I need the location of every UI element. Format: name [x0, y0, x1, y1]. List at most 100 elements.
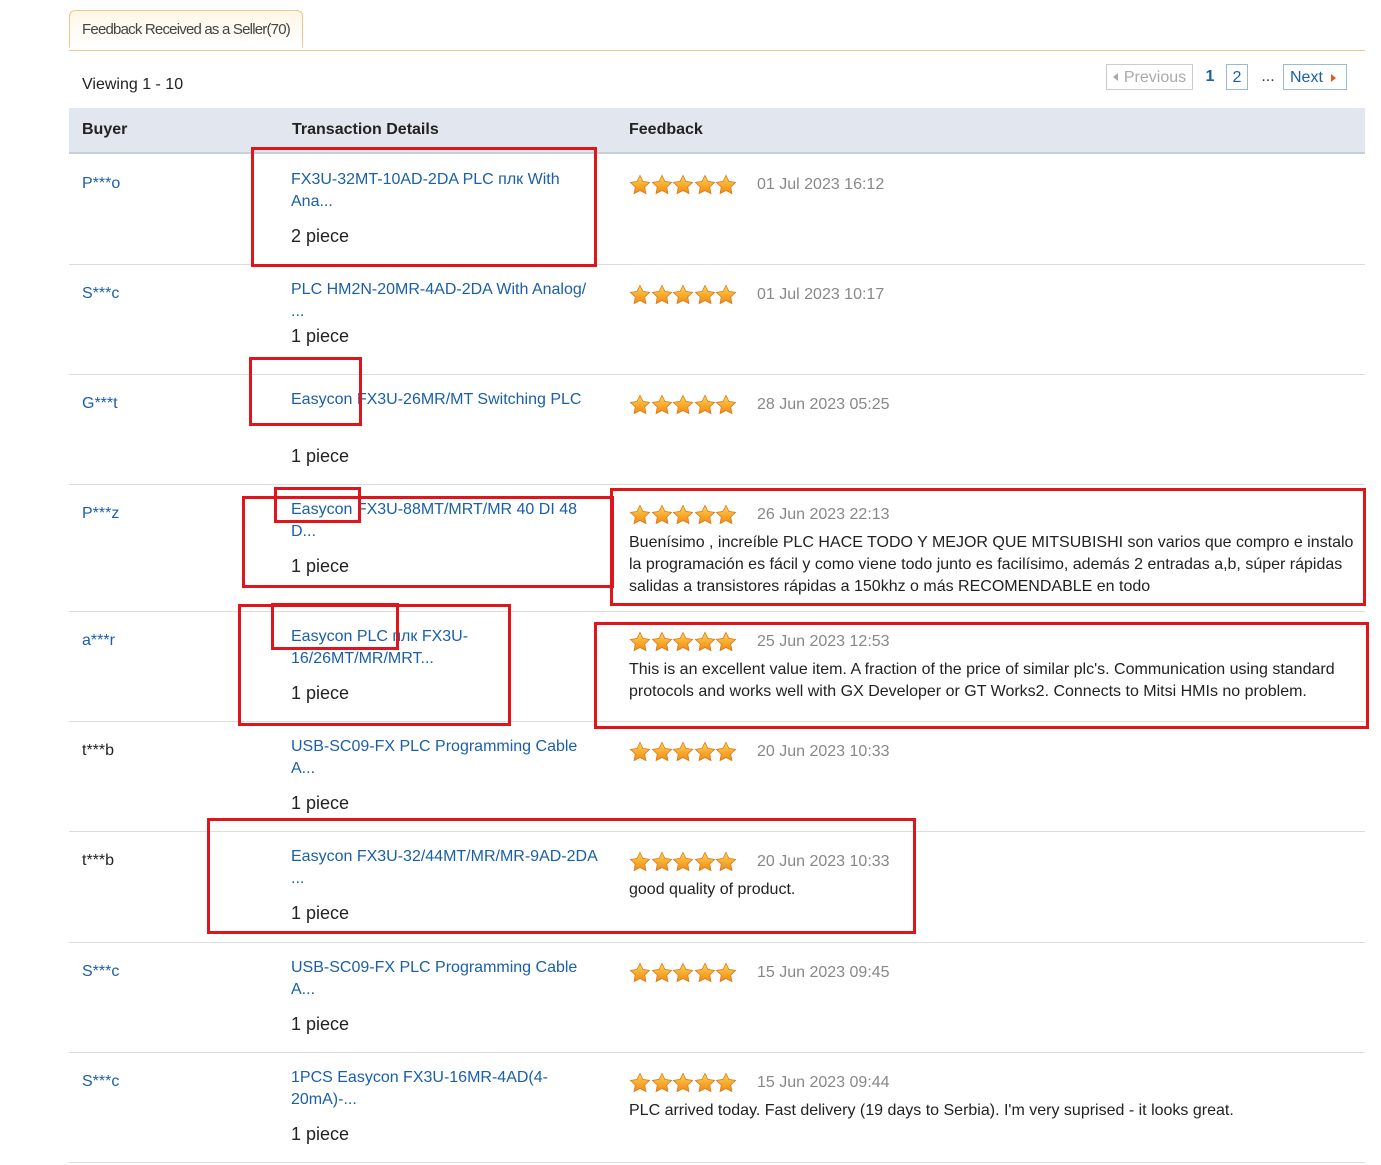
- feedback-comment: good quality of product.: [629, 881, 796, 898]
- star-icon: [715, 1072, 737, 1094]
- feedback-date: 01 Jul 2023 10:17: [757, 286, 885, 303]
- previous-label: Previous: [1123, 69, 1187, 86]
- feedback-date: 15 Jun 2023 09:45: [757, 964, 890, 981]
- star-icon: [694, 631, 716, 653]
- star-icon: [715, 284, 737, 306]
- product-link[interactable]: USB-SC09-FX PLC Programming Cable A...: [291, 736, 603, 780]
- feedback-date: 25 Jun 2023 12:53: [757, 633, 890, 650]
- star-icon: [694, 1072, 716, 1094]
- product-link[interactable]: PLC HM2N-20MR-4AD-2DA With Analog/ ...: [291, 279, 603, 323]
- star-icon: [651, 631, 673, 653]
- header-buyer: Buyer: [82, 121, 128, 138]
- tab-feedback-seller[interactable]: Feedback Received as a Seller(70): [69, 10, 303, 48]
- star-icon: [629, 394, 651, 416]
- buyer-name: t***b: [82, 742, 115, 759]
- buyer-name[interactable]: P***o: [82, 175, 120, 193]
- star-icon: [672, 284, 694, 306]
- feedback-comment: Buenísimo , increíble PLC HACE TODO Y ME…: [629, 534, 1354, 595]
- buyer-name[interactable]: G***t: [82, 395, 118, 413]
- star-icon: [715, 962, 737, 984]
- table-row: t***b USB-SC09-FX PLC Programming Cable A…: [69, 721, 1365, 832]
- next-label: Next: [1290, 69, 1323, 86]
- tab-bar: Feedback Received as a Seller(70): [69, 10, 1365, 51]
- product-link[interactable]: 1PCS Easycon FX3U-16MR-4AD(4-20mA)-...: [291, 1067, 603, 1111]
- rating-stars: [629, 851, 737, 873]
- star-icon: [672, 631, 694, 653]
- buyer-name[interactable]: P***z: [82, 505, 119, 523]
- star-icon: [629, 174, 651, 196]
- quantity: 2 piece: [291, 226, 350, 246]
- viewing-range: Viewing 1 - 10: [82, 76, 184, 93]
- star-icon: [629, 962, 651, 984]
- star-icon: [694, 394, 716, 416]
- feedback-date: 20 Jun 2023 10:33: [757, 853, 890, 870]
- table-row: G***t Easycon FX3U-26MR/MT Switching PLC 1…: [69, 374, 1365, 485]
- feedback-date: 26 Jun 2023 22:13: [757, 506, 890, 523]
- table-row: P***o FX3U-32MT-10AD-2DA PLC плк With Ana…: [69, 154, 1365, 265]
- star-icon: [629, 1072, 651, 1094]
- quantity: 1 piece: [291, 903, 350, 923]
- table-row: t***b Easycon FX3U-32/44MT/MR/MR-9AD-2DA …: [69, 831, 1365, 943]
- rating-stars: [629, 631, 737, 653]
- star-icon: [651, 741, 673, 763]
- star-icon: [694, 284, 716, 306]
- star-icon: [694, 962, 716, 984]
- product-link[interactable]: Easycon FX3U-32/44MT/MR/MR-9AD-2DA ...: [291, 846, 603, 890]
- star-icon: [715, 741, 737, 763]
- previous-button[interactable]: Previous: [1106, 64, 1193, 90]
- star-icon: [715, 504, 737, 526]
- buyer-name[interactable]: S***c: [82, 963, 119, 981]
- buyer-name[interactable]: S***c: [82, 285, 119, 303]
- table-row: a***r Easycon PLC плк FX3U-16/26MT/MR/MRT…: [69, 611, 1365, 722]
- star-icon: [651, 851, 673, 873]
- feedback-date: 20 Jun 2023 10:33: [757, 743, 890, 760]
- quantity: 1 piece: [291, 683, 350, 703]
- buyer-name[interactable]: S***c: [82, 1073, 119, 1091]
- star-icon: [715, 851, 737, 873]
- quantity: 1 piece: [291, 326, 350, 346]
- product-link[interactable]: Easycon FX3U-88MT/MRT/MR 40 DI 48 D...: [291, 499, 603, 543]
- header-transaction-details: Transaction Details: [292, 121, 439, 138]
- rating-stars: [629, 962, 737, 984]
- page-2[interactable]: 2: [1226, 64, 1248, 90]
- rating-stars: [629, 284, 737, 306]
- rating-stars: [629, 174, 737, 196]
- quantity: 1 piece: [291, 1014, 350, 1034]
- star-icon: [672, 1072, 694, 1094]
- rating-stars: [629, 504, 737, 526]
- star-icon: [694, 174, 716, 196]
- table-row: S***c USB-SC09-FX PLC Programming Cable A…: [69, 942, 1365, 1053]
- feedback-comment: PLC arrived today. Fast delivery (19 day…: [629, 1102, 1234, 1119]
- product-link[interactable]: Easycon PLC плк FX3U-16/26MT/MR/MRT...: [291, 626, 603, 670]
- star-icon: [694, 504, 716, 526]
- star-icon: [651, 504, 673, 526]
- star-icon: [651, 962, 673, 984]
- star-icon: [629, 741, 651, 763]
- star-icon: [672, 741, 694, 763]
- table-row: P***z Easycon FX3U-88MT/MRT/MR 40 DI 48 D…: [69, 484, 1365, 612]
- feedback-date: 28 Jun 2023 05:25: [757, 396, 890, 413]
- buyer-name: t***b: [82, 852, 115, 869]
- star-icon: [672, 504, 694, 526]
- rating-stars: [629, 741, 737, 763]
- product-link[interactable]: FX3U-32MT-10AD-2DA PLC плк With Ana...: [291, 169, 603, 213]
- star-icon: [672, 394, 694, 416]
- star-icon: [694, 741, 716, 763]
- feedback-date: 01 Jul 2023 16:12: [757, 176, 885, 193]
- triangle-left-icon: [1112, 73, 1118, 81]
- feedback-date: 15 Jun 2023 09:44: [757, 1074, 890, 1091]
- header-feedback: Feedback: [629, 121, 703, 138]
- product-link[interactable]: USB-SC09-FX PLC Programming Cable A...: [291, 957, 603, 1001]
- buyer-name[interactable]: a***r: [82, 632, 115, 650]
- rating-stars: [629, 394, 737, 416]
- product-link[interactable]: Easycon FX3U-26MR/MT Switching PLC: [291, 389, 603, 411]
- next-button[interactable]: Next: [1283, 64, 1347, 90]
- feedback-comment: This is an excellent value item. A fract…: [629, 661, 1335, 700]
- pagination-ellipsis: ...: [1261, 68, 1275, 85]
- star-icon: [629, 631, 651, 653]
- star-icon: [629, 284, 651, 306]
- star-icon: [672, 962, 694, 984]
- star-icon: [651, 174, 673, 196]
- page-1[interactable]: 1: [1202, 64, 1218, 90]
- star-icon: [715, 631, 737, 653]
